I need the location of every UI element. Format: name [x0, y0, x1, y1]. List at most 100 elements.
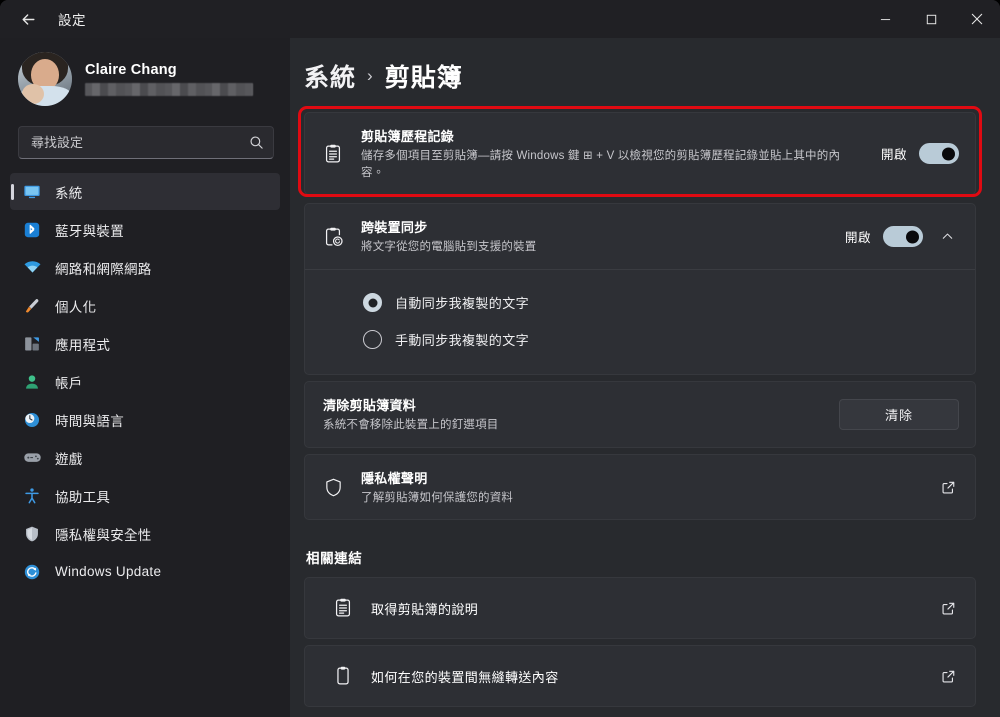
clear-clipboard-row: 清除剪貼簿資料 系統不會移除此裝置上的釘選項目 清除	[305, 382, 975, 447]
bluetooth-icon	[22, 220, 42, 240]
minimize-button[interactable]	[862, 0, 908, 38]
related-link-card-help[interactable]: 取得剪貼簿的說明	[304, 577, 976, 640]
sidebar-item-label: Windows Update	[55, 564, 162, 579]
cross-device-sync-state: 開啟	[844, 231, 871, 246]
sidebar-item-label: 協助工具	[55, 489, 111, 505]
clipboard-history-state: 開啟	[880, 148, 907, 163]
cross-device-sync-card: 跨裝置同步 將文字從您的電腦貼到支援的裝置 開啟 自動同步我複製的文字 手動同步…	[304, 203, 976, 376]
clipboard-history-title: 剪貼簿歷程記錄	[361, 129, 455, 144]
privacy-statement-row[interactable]: 隱私權聲明 了解剪貼簿如何保護您的資料	[305, 455, 975, 520]
cross-device-sync-toggle[interactable]	[883, 226, 923, 248]
window-body: Claire Chang 尋找設定 系統 藍牙與裝置 網路和網際網路 個人化 應…	[0, 38, 1000, 717]
sidebar-item-accessibility[interactable]: 協助工具	[10, 477, 280, 514]
accessibility-icon	[22, 486, 42, 506]
clipboard-history-toggle[interactable]	[919, 143, 959, 165]
radio-auto[interactable]	[363, 293, 382, 313]
window-title: 設定	[58, 13, 86, 28]
avatar	[18, 52, 72, 106]
shield-outline-icon	[320, 477, 346, 498]
related-link-card-transfer[interactable]: 如何在您的裝置間無縫轉送內容	[304, 645, 976, 708]
gamepad-icon	[22, 448, 42, 468]
sidebar-nav: 系統 藍牙與裝置 網路和網際網路 個人化 應用程式 帳戶 時間與語言 遊戲 協助…	[10, 173, 280, 598]
privacy-statement-description: 了解剪貼簿如何保護您的資料	[361, 491, 514, 504]
sidebar-item-label: 隱私權與安全性	[55, 527, 152, 543]
page-title: 剪貼簿	[384, 64, 463, 92]
clipboard-sync-icon	[320, 226, 346, 248]
clipboard-history-row[interactable]: 剪貼簿歷程記錄 儲存多個項目至剪貼簿—請按 Windows 鍵 ⊞ + V 以檢…	[305, 113, 975, 194]
clipboard-list-icon	[320, 143, 346, 165]
main-content: 系統 › 剪貼簿 剪貼簿歷程記錄 儲存多個項目至剪貼簿—請按 Windows 鍵…	[290, 38, 1000, 717]
sidebar-item-label: 個人化	[55, 299, 97, 315]
update-icon	[22, 562, 42, 582]
account-email-redacted	[85, 83, 253, 96]
settings-window: 設定 Claire Chang 尋找設定 系統 藍牙與裝置 網路和網際網路 個人…	[0, 0, 1000, 717]
clipboard-history-description: 儲存多個項目至剪貼簿—請按 Windows 鍵 ⊞ + V 以檢視您的剪貼簿歷程…	[361, 150, 841, 179]
external-link-icon[interactable]	[937, 597, 959, 619]
sidebar-item-windows-update[interactable]: Windows Update	[10, 553, 280, 590]
breadcrumb-root[interactable]: 系統	[304, 58, 356, 94]
sidebar-item-label: 系統	[55, 185, 83, 201]
account-name: Claire Chang	[85, 62, 177, 78]
search-box[interactable]	[18, 126, 274, 159]
clear-clipboard-card: 清除剪貼簿資料 系統不會移除此裝置上的釘選項目 清除	[304, 381, 976, 448]
clear-clipboard-title: 清除剪貼簿資料	[323, 398, 417, 414]
apps-icon	[22, 334, 42, 354]
search-input[interactable]	[31, 135, 249, 150]
breadcrumb-separator: ›	[367, 66, 374, 85]
sidebar-item-label: 藍牙與裝置	[55, 223, 124, 239]
window-controls	[862, 0, 1000, 38]
external-link-icon[interactable]	[937, 476, 959, 498]
sidebar-item-gaming[interactable]: 遊戲	[10, 439, 280, 476]
sidebar-item-accounts[interactable]: 帳戶	[10, 363, 280, 400]
chevron-up-icon[interactable]	[935, 225, 959, 249]
back-button[interactable]	[6, 3, 50, 35]
sidebar-item-label: 應用程式	[55, 337, 111, 353]
sidebar-item-label: 遊戲	[55, 451, 83, 467]
related-link-row[interactable]: 取得剪貼簿的說明	[305, 578, 975, 638]
clear-button[interactable]: 清除	[839, 398, 959, 430]
sidebar: Claire Chang 尋找設定 系統 藍牙與裝置 網路和網際網路 個人化 應…	[0, 38, 290, 717]
sidebar-item-personalization[interactable]: 個人化	[10, 287, 280, 324]
clipboard-history-highlight: 剪貼簿歷程記錄 儲存多個項目至剪貼簿—請按 Windows 鍵 ⊞ + V 以檢…	[298, 105, 982, 198]
sidebar-item-system[interactable]: 系統	[10, 173, 280, 210]
maximize-button[interactable]	[908, 0, 954, 38]
related-link-label: 如何在您的裝置間無縫轉送內容	[371, 669, 559, 685]
sidebar-item-network-internet[interactable]: 網路和網際網路	[10, 249, 280, 286]
search-icon	[249, 135, 264, 150]
wifi-icon	[22, 258, 42, 278]
back-arrow-icon	[21, 13, 35, 25]
sync-option-auto[interactable]: 自動同步我複製的文字	[305, 284, 975, 321]
sidebar-item-privacy-security[interactable]: 隱私權與安全性	[10, 515, 280, 552]
cross-device-sync-row[interactable]: 跨裝置同步 將文字從您的電腦貼到支援的裝置 開啟	[305, 204, 975, 269]
person-icon	[22, 372, 42, 392]
minimize-icon	[880, 18, 890, 20]
sidebar-item-label: 帳戶	[55, 375, 83, 391]
cross-device-sync-title: 跨裝置同步	[361, 220, 428, 236]
get-help-row[interactable]: 取得協助	[304, 713, 976, 717]
sidebar-item-bluetooth-devices[interactable]: 藍牙與裝置	[10, 211, 280, 248]
external-link-icon[interactable]	[937, 665, 959, 687]
close-button[interactable]	[954, 0, 1000, 38]
related-links-heading: 相關連結	[306, 551, 363, 567]
privacy-statement-card[interactable]: 隱私權聲明 了解剪貼簿如何保護您的資料	[304, 453, 976, 521]
sync-option-manual[interactable]: 手動同步我複製的文字	[305, 321, 975, 358]
clipboard-list-icon	[330, 597, 356, 619]
close-icon	[971, 13, 983, 25]
sidebar-item-time-language[interactable]: 時間與語言	[10, 401, 280, 438]
paintbrush-icon	[22, 296, 42, 316]
clear-clipboard-description: 系統不會移除此裝置上的釘選項目	[323, 419, 499, 432]
clipboard-history-card: 剪貼簿歷程記錄 儲存多個項目至剪貼簿—請按 Windows 鍵 ⊞ + V 以檢…	[304, 112, 976, 196]
sidebar-item-apps[interactable]: 應用程式	[10, 325, 280, 362]
account-card[interactable]: Claire Chang	[10, 38, 280, 116]
related-link-label: 取得剪貼簿的說明	[371, 601, 479, 617]
sidebar-item-label: 時間與語言	[55, 413, 124, 429]
related-link-row[interactable]: 如何在您的裝置間無縫轉送內容	[305, 646, 975, 706]
cross-device-sync-options: 自動同步我複製的文字 手動同步我複製的文字	[305, 269, 975, 374]
title-bar: 設定	[0, 0, 1000, 38]
sync-option-label: 手動同步我複製的文字	[395, 333, 530, 349]
radio-manual[interactable]	[363, 330, 382, 350]
privacy-statement-title: 隱私權聲明	[361, 470, 428, 486]
display-icon	[22, 182, 42, 202]
clock-globe-icon	[22, 410, 42, 430]
clipboard-blank-icon	[330, 665, 356, 687]
